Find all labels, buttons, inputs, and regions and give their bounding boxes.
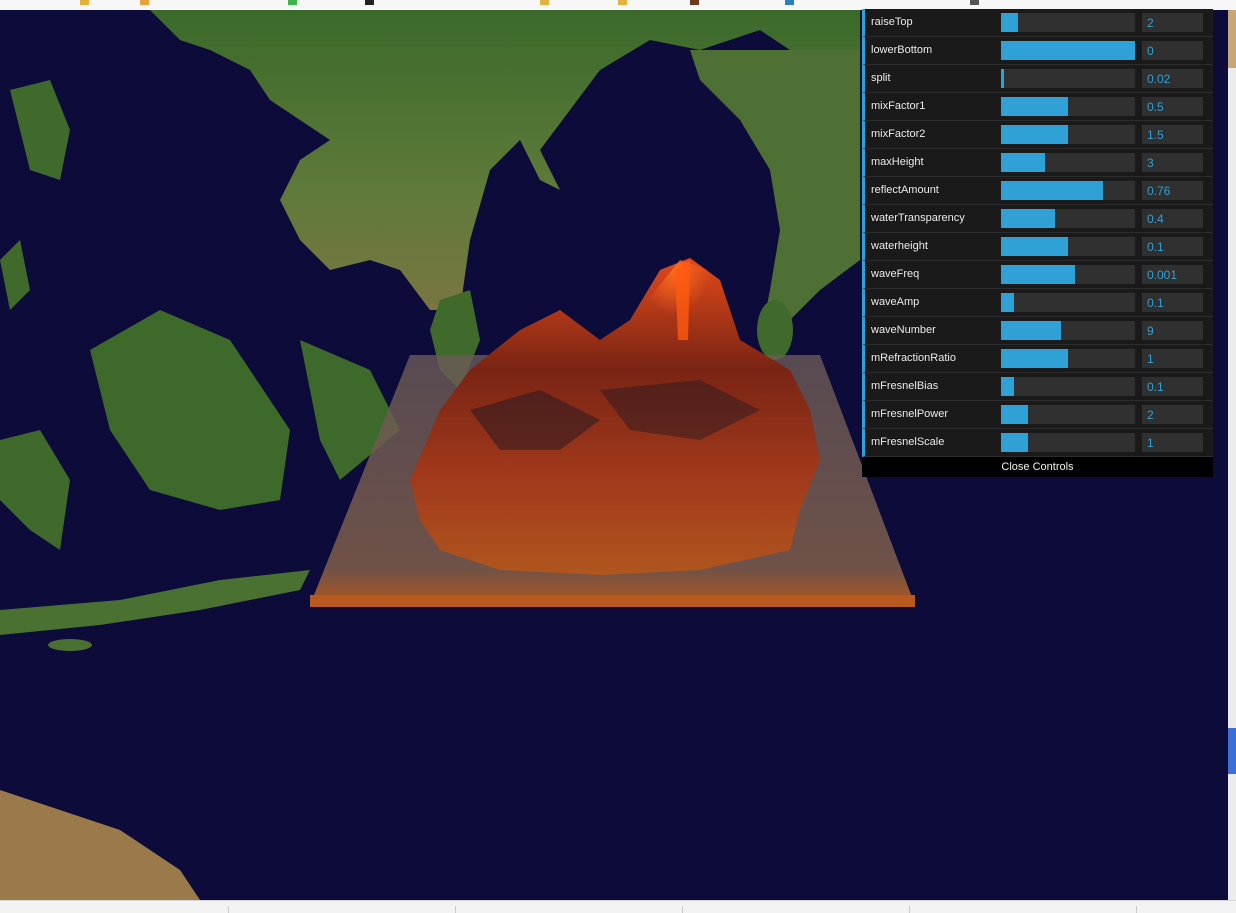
value-input-mFresnelBias[interactable] [1142, 377, 1203, 396]
control-row-waterheight: waterheight [862, 233, 1213, 261]
control-label: waveFreq [871, 268, 920, 280]
control-label: reflectAmount [871, 184, 939, 196]
slider-mFresnelScale[interactable] [1001, 433, 1135, 452]
browser-status-bar [0, 900, 1236, 913]
control-label: mixFactor1 [871, 100, 926, 112]
slider-fill [1001, 321, 1062, 340]
value-input-waterTransparency[interactable] [1142, 209, 1203, 228]
slider-waterheight[interactable] [1001, 237, 1135, 256]
bookmark-icon[interactable] [140, 0, 149, 5]
control-row-mFresnelBias: mFresnelBias [862, 373, 1213, 401]
slider-lowerBottom[interactable] [1001, 41, 1135, 60]
bookmark-icon[interactable] [970, 0, 979, 5]
bookmark-icon[interactable] [785, 0, 794, 5]
value-input-mixFactor1[interactable] [1142, 97, 1203, 116]
control-label: waterTransparency [871, 212, 965, 224]
slider-fill [1001, 433, 1028, 452]
value-input-split[interactable] [1142, 69, 1203, 88]
bookmark-icon[interactable] [80, 0, 89, 5]
slider-fill [1001, 377, 1015, 396]
control-label: raiseTop [871, 16, 913, 28]
value-input-mFresnelScale[interactable] [1142, 433, 1203, 452]
slider-waveNumber[interactable] [1001, 321, 1135, 340]
slider-waveFreq[interactable] [1001, 265, 1135, 284]
bookmark-icon[interactable] [288, 0, 297, 5]
slider-fill [1001, 41, 1135, 60]
slider-fill [1001, 293, 1015, 312]
slider-maxHeight[interactable] [1001, 153, 1135, 172]
bookmark-icon[interactable] [365, 0, 374, 5]
value-input-lowerBottom[interactable] [1142, 41, 1203, 60]
slider-fill [1001, 237, 1068, 256]
control-label: split [871, 72, 891, 84]
control-row-reflectAmount: reflectAmount [862, 177, 1213, 205]
control-label: waterheight [871, 240, 928, 252]
control-row-split: split [862, 65, 1213, 93]
control-row-lowerBottom: lowerBottom [862, 37, 1213, 65]
control-row-mixFactor2: mixFactor2 [862, 121, 1213, 149]
control-label: mixFactor2 [871, 128, 926, 140]
slider-mFresnelBias[interactable] [1001, 377, 1135, 396]
control-row-mFresnelScale: mFresnelScale [862, 429, 1213, 457]
slider-fill [1001, 13, 1019, 32]
control-row-maxHeight: maxHeight [862, 149, 1213, 177]
slider-waveAmp[interactable] [1001, 293, 1135, 312]
control-row-waveFreq: waveFreq [862, 261, 1213, 289]
value-input-maxHeight[interactable] [1142, 153, 1203, 172]
slider-fill [1001, 265, 1075, 284]
value-input-waveNumber[interactable] [1142, 321, 1203, 340]
slider-mixFactor1[interactable] [1001, 97, 1135, 116]
value-input-waveFreq[interactable] [1142, 265, 1203, 284]
slider-fill [1001, 153, 1046, 172]
control-row-waterTransparency: waterTransparency [862, 205, 1213, 233]
slider-split[interactable] [1001, 69, 1135, 88]
browser-right-edge [1228, 10, 1236, 900]
control-row-waveNumber: waveNumber [862, 317, 1213, 345]
value-input-mFresnelPower[interactable] [1142, 405, 1203, 424]
value-input-waveAmp[interactable] [1142, 293, 1203, 312]
slider-fill [1001, 97, 1068, 116]
control-row-waveAmp: waveAmp [862, 289, 1213, 317]
control-row-mFresnelPower: mFresnelPower [862, 401, 1213, 429]
slider-raiseTop[interactable] [1001, 13, 1135, 32]
value-input-raiseTop[interactable] [1142, 13, 1203, 32]
bookmark-icon[interactable] [690, 0, 699, 5]
control-label: mFresnelScale [871, 436, 945, 448]
slider-fill [1001, 209, 1055, 228]
slider-mFresnelPower[interactable] [1001, 405, 1135, 424]
value-input-mixFactor2[interactable] [1142, 125, 1203, 144]
control-label: maxHeight [871, 156, 924, 168]
value-input-reflectAmount[interactable] [1142, 181, 1203, 200]
control-label: lowerBottom [871, 44, 933, 56]
slider-fill [1001, 349, 1068, 368]
slider-mRefractionRatio[interactable] [1001, 349, 1135, 368]
bookmark-icon[interactable] [540, 0, 549, 5]
bookmark-icon[interactable] [618, 0, 627, 5]
controls-list: raiseTop lowerBottom split mixFactor1 mixFac… [862, 9, 1213, 457]
slider-mixFactor2[interactable] [1001, 125, 1135, 144]
control-label: waveAmp [871, 296, 920, 308]
slider-waterTransparency[interactable] [1001, 209, 1135, 228]
value-input-waterheight[interactable] [1142, 237, 1203, 256]
controls-panel: raiseTop lowerBottom split mixFactor1 mixFac… [862, 9, 1213, 477]
control-label: mFresnelBias [871, 380, 939, 392]
close-controls-button[interactable]: Close Controls [862, 457, 1213, 477]
control-row-mixFactor1: mixFactor1 [862, 93, 1213, 121]
value-input-mRefractionRatio[interactable] [1142, 349, 1203, 368]
control-row-raiseTop: raiseTop [862, 9, 1213, 37]
control-row-mRefractionRatio: mRefractionRatio [862, 345, 1213, 373]
control-label: waveNumber [871, 324, 936, 336]
control-label: mFresnelPower [871, 408, 949, 420]
slider-fill [1001, 125, 1068, 144]
side-scroll-indicator[interactable] [1228, 728, 1236, 774]
side-thumbnail [1228, 10, 1236, 68]
slider-reflectAmount[interactable] [1001, 181, 1135, 200]
slider-fill [1001, 69, 1004, 88]
slider-fill [1001, 181, 1103, 200]
slider-fill [1001, 405, 1028, 424]
control-label: mRefractionRatio [871, 352, 956, 364]
